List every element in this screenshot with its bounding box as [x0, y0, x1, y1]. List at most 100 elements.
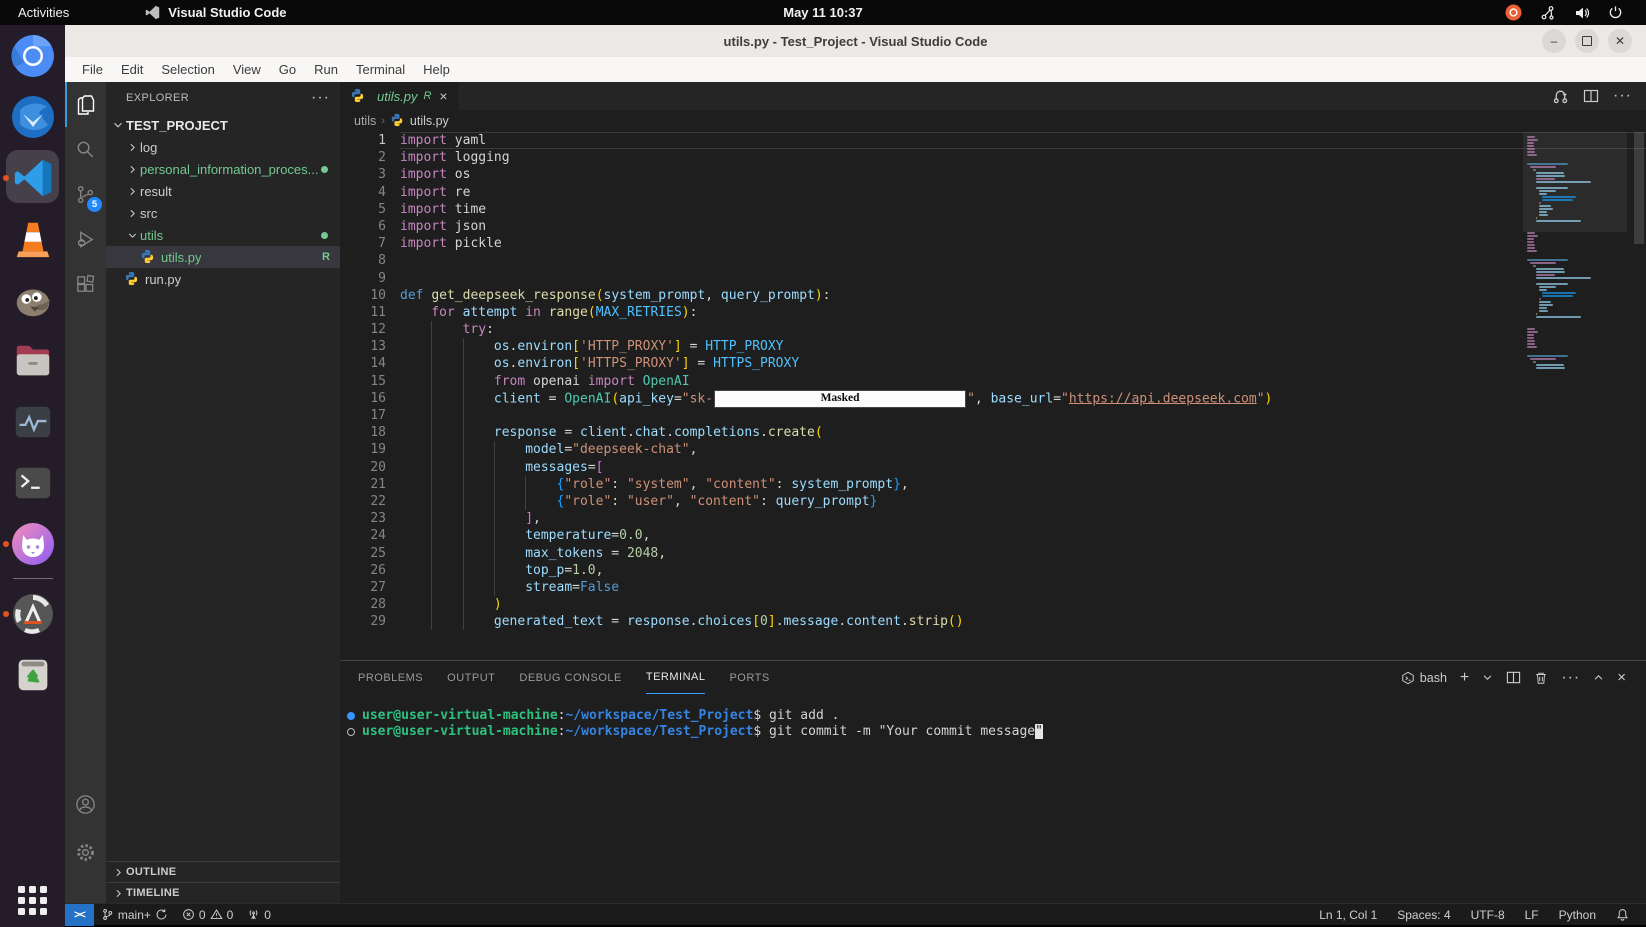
- panel-tab-debug-console[interactable]: DEBUG CONSOLE: [519, 661, 621, 694]
- dock-item-vlc[interactable]: [0, 208, 65, 269]
- menu-file[interactable]: File: [73, 59, 112, 80]
- dock-item-vscode[interactable]: [0, 147, 65, 208]
- code-line[interactable]: 10def get_deepseek_response(system_promp…: [340, 287, 1646, 304]
- code-line[interactable]: 27stream=False: [340, 579, 1646, 596]
- tree-item-log[interactable]: log: [106, 136, 340, 158]
- editor-scrollbar[interactable]: [1632, 132, 1646, 660]
- kill-terminal-icon[interactable]: [1534, 671, 1548, 685]
- minimap[interactable]: [1523, 132, 1627, 660]
- focused-app-indicator[interactable]: Visual Studio Code: [144, 4, 286, 21]
- project-root-folder[interactable]: TEST_PROJECT: [106, 114, 340, 136]
- problems-item[interactable]: 0 0: [175, 904, 240, 926]
- minimize-button[interactable]: –: [1542, 29, 1566, 53]
- code-line[interactable]: 26top_p=1.0,: [340, 562, 1646, 579]
- volume-icon[interactable]: [1573, 4, 1590, 21]
- git-branch-item[interactable]: main+: [94, 904, 175, 926]
- terminal-output[interactable]: user@user-virtual-machine:~/workspace/Te…: [340, 694, 1646, 903]
- tree-item-utils[interactable]: utils: [106, 224, 340, 246]
- menu-edit[interactable]: Edit: [112, 59, 152, 80]
- menu-selection[interactable]: Selection: [152, 59, 223, 80]
- code-line[interactable]: 2import logging: [340, 149, 1646, 166]
- dock-item-thunderbird[interactable]: [0, 86, 65, 147]
- menu-view[interactable]: View: [224, 59, 270, 80]
- breadcrumb[interactable]: utils › utils.py: [340, 110, 1646, 132]
- code-line[interactable]: 24temperature=0.0,: [340, 527, 1646, 544]
- panel-more-icon[interactable]: ···: [1561, 669, 1580, 687]
- dock-item-cat-app[interactable]: [0, 513, 65, 574]
- dock-item-letter-a-app[interactable]: [0, 583, 65, 644]
- section-outline[interactable]: OUTLINE: [106, 861, 340, 882]
- menu-terminal[interactable]: Terminal: [347, 59, 414, 80]
- code-line[interactable]: 22{"role": "user", "content": query_prom…: [340, 493, 1646, 510]
- eol-item[interactable]: LF: [1518, 904, 1546, 926]
- panel-tab-terminal[interactable]: TERMINAL: [646, 661, 706, 694]
- panel-tab-problems[interactable]: PROBLEMS: [358, 661, 423, 694]
- breadcrumb-file[interactable]: utils.py: [410, 114, 449, 128]
- tab-close-icon[interactable]: ×: [439, 88, 447, 104]
- code-line[interactable]: 16client = OpenAI(api_key="sk-Masked", b…: [340, 390, 1646, 407]
- code-line[interactable]: 29generated_text = response.choices[0].m…: [340, 613, 1646, 630]
- code-line[interactable]: 8: [340, 252, 1646, 269]
- code-line[interactable]: 11for attempt in range(MAX_RETRIES):: [340, 304, 1646, 321]
- code-line[interactable]: 7import pickle: [340, 235, 1646, 252]
- code-line[interactable]: 20messages=[: [340, 459, 1646, 476]
- panel-tab-output[interactable]: OUTPUT: [447, 661, 495, 694]
- code-line[interactable]: 23],: [340, 510, 1646, 527]
- close-button[interactable]: ✕: [1608, 29, 1632, 53]
- extensions-activity-button[interactable]: [65, 262, 106, 307]
- more-actions-icon[interactable]: ···: [1613, 87, 1632, 105]
- code-line[interactable]: 18response = client.chat.completions.cre…: [340, 424, 1646, 441]
- search-activity-button[interactable]: [65, 127, 106, 172]
- code-line[interactable]: 13os.environ['HTTP_PROXY'] = HTTP_PROXY: [340, 338, 1646, 355]
- dock-item-chromium[interactable]: [0, 25, 65, 86]
- code-line[interactable]: 25max_tokens = 2048,: [340, 545, 1646, 562]
- tree-item-personal-information-proces-[interactable]: personal_information_proces...: [106, 158, 340, 180]
- explorer-more-actions[interactable]: ···: [311, 89, 330, 107]
- code-line[interactable]: 17: [340, 407, 1646, 424]
- dock-item-files[interactable]: [0, 330, 65, 391]
- close-panel-icon[interactable]: ×: [1617, 669, 1626, 686]
- dock-item-system-monitor[interactable]: [0, 391, 65, 452]
- notifications-bell[interactable]: [1609, 904, 1636, 926]
- code-line[interactable]: 3import os: [340, 166, 1646, 183]
- language-mode-item[interactable]: Python: [1552, 904, 1603, 926]
- code-line[interactable]: 12try:: [340, 321, 1646, 338]
- explorer-activity-button[interactable]: [65, 82, 106, 127]
- tree-item-run-py[interactable]: run.py: [106, 268, 340, 290]
- code-line[interactable]: 19model="deepseek-chat",: [340, 441, 1646, 458]
- power-icon[interactable]: [1607, 4, 1624, 21]
- ports-item[interactable]: 0: [240, 904, 278, 926]
- cursor-position-item[interactable]: Ln 1, Col 1: [1312, 904, 1384, 926]
- code-line[interactable]: 14os.environ['HTTPS_PROXY'] = HTTPS_PROX…: [340, 355, 1646, 372]
- encoding-item[interactable]: UTF-8: [1464, 904, 1512, 926]
- settings-button[interactable]: [65, 830, 106, 875]
- code-line[interactable]: 21{"role": "system", "content": system_p…: [340, 476, 1646, 493]
- dock-item-terminal[interactable]: [0, 452, 65, 513]
- split-editor-icon[interactable]: [1583, 88, 1599, 104]
- code-line[interactable]: 1import yaml: [340, 132, 1646, 149]
- maximize-panel-icon[interactable]: [1593, 672, 1604, 683]
- terminal-instance[interactable]: bash: [1401, 671, 1447, 685]
- code-line[interactable]: 15from openai import OpenAI: [340, 373, 1646, 390]
- code-editor[interactable]: 1import yaml2import logging3import os4im…: [340, 132, 1646, 660]
- restore-button[interactable]: [1575, 29, 1599, 53]
- run-debug-activity-button[interactable]: [65, 217, 106, 262]
- remote-indicator[interactable]: ><: [65, 904, 94, 926]
- tab-utils-py[interactable]: utils.py R ×: [340, 82, 458, 110]
- code-line[interactable]: 5import time: [340, 201, 1646, 218]
- activities-button[interactable]: Activities: [18, 5, 69, 20]
- dock-item-gimp[interactable]: [0, 269, 65, 330]
- tree-item-result[interactable]: result: [106, 180, 340, 202]
- clock[interactable]: May 11 10:37: [783, 5, 863, 20]
- scrollbar-slider[interactable]: [1634, 132, 1644, 244]
- new-terminal-icon[interactable]: +: [1460, 669, 1469, 687]
- code-line[interactable]: 9: [340, 270, 1646, 287]
- notification-orange-icon[interactable]: [1505, 4, 1522, 21]
- code-line[interactable]: 6import json: [340, 218, 1646, 235]
- run-or-debug-icon[interactable]: [1552, 88, 1569, 105]
- section-timeline[interactable]: TIMELINE: [106, 882, 340, 903]
- code-line[interactable]: 4import re: [340, 184, 1646, 201]
- show-applications-button[interactable]: [0, 886, 65, 915]
- breadcrumb-folder[interactable]: utils: [354, 114, 376, 128]
- window-title-bar[interactable]: utils.py - Test_Project - Visual Studio …: [65, 25, 1646, 57]
